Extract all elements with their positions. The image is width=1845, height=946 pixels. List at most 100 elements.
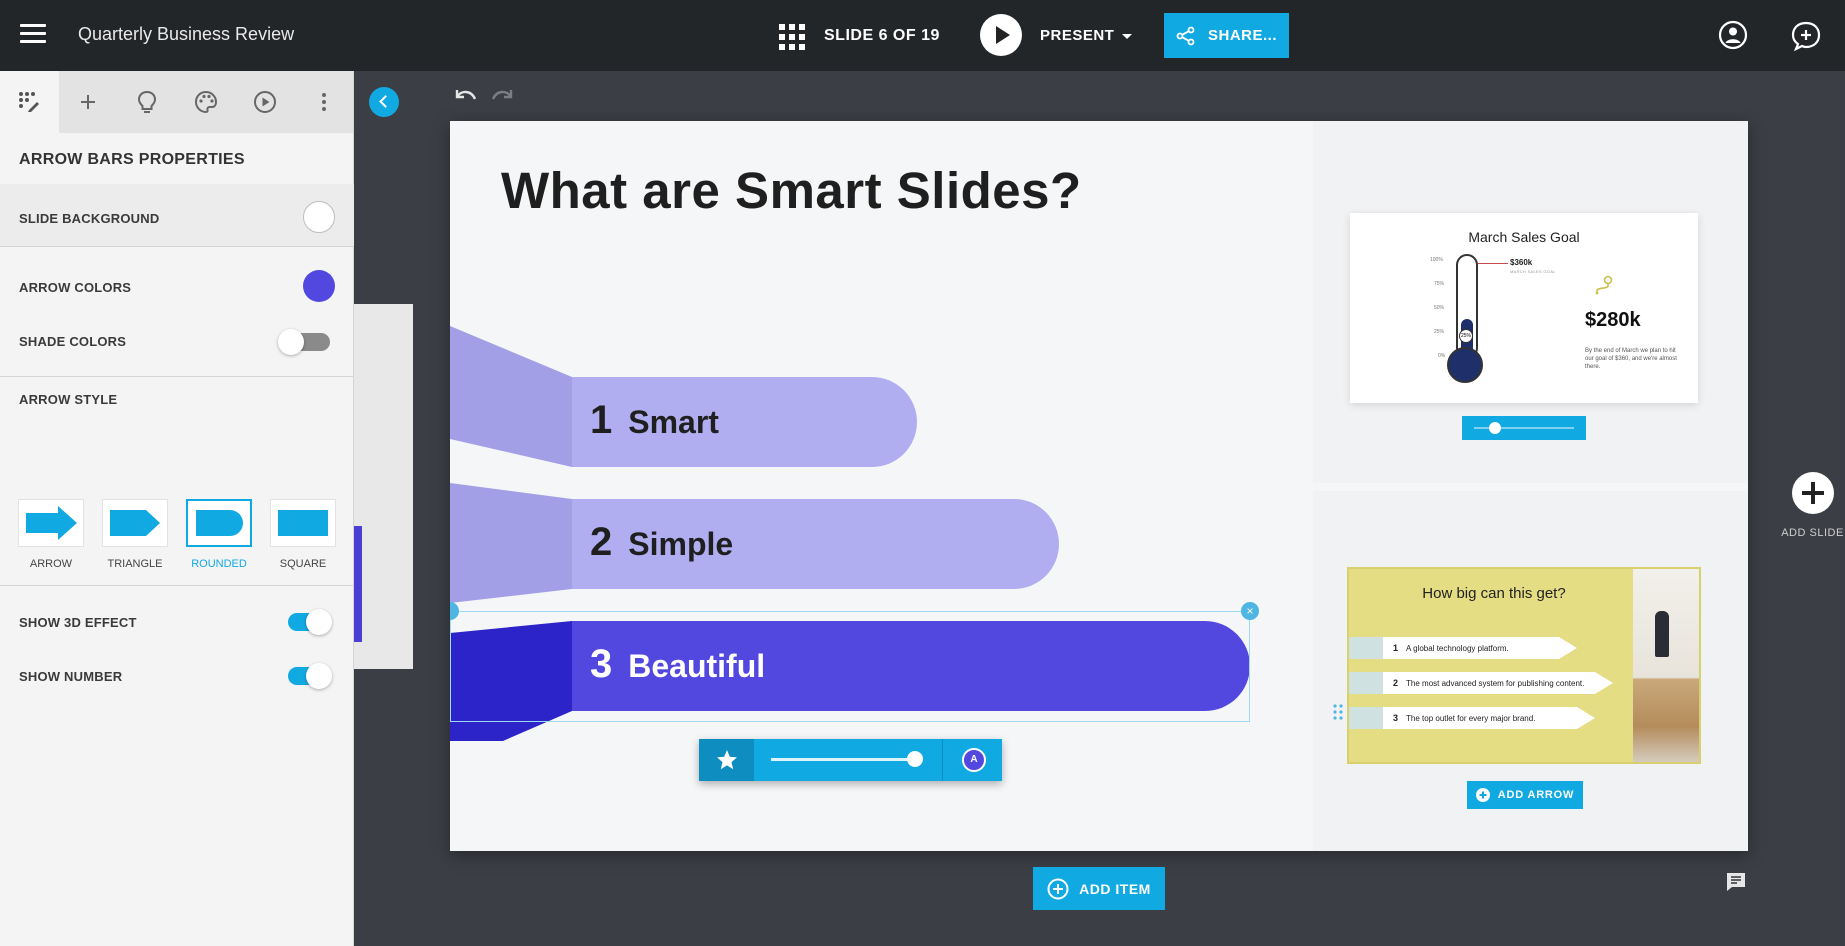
style-label-square: SQUARE [279,558,327,570]
arrow-3-label[interactable]: 3 Beautiful [590,642,765,687]
show-3d-toggle[interactable] [288,609,332,635]
arrow-colors-label: ARROW COLORS [19,280,132,295]
arrow-bars-graphic [450,326,1250,741]
card-title: How big can this get? [1422,585,1566,602]
arrow-number: 3 [1393,713,1399,723]
emphasis-slider[interactable] [771,758,917,761]
arrow-colors-swatch[interactable] [303,270,335,302]
arrow-text: Simple [628,526,734,562]
slide-background-swatch[interactable] [303,201,335,233]
add-slide-label: ADD SLIDE [1781,527,1844,539]
collapse-panel-icon[interactable] [369,87,399,117]
panel-title: ARROW BARS PROPERTIES [19,151,245,168]
divider [0,246,354,247]
slider-knob[interactable] [1489,422,1501,434]
sales-goal-card[interactable]: March Sales Goal 100% 75% 50% 25% 0% 25%… [1350,213,1698,403]
arrow-shape-icon [26,506,77,540]
properties-panel: ARROW BARS PROPERTIES SLIDE BACKGROUND A… [0,71,354,946]
slide-canvas[interactable]: What are Smart Slides? 1 Smart 2 Simple 3B… [450,121,1748,851]
slider-knob[interactable] [907,751,923,767]
tick-label: 0% [1438,353,1446,359]
arrow-text: The most advanced system for publishing … [1406,678,1585,688]
shade-colors-toggle[interactable] [278,329,330,355]
tick-label: 100% [1430,257,1443,263]
toggle-knob [306,663,332,689]
show-number-toggle[interactable] [288,663,332,689]
toolbar-divider [942,739,943,781]
tab-animation[interactable] [235,71,294,133]
arrow-number: 1 [1393,643,1399,653]
add-icon [81,95,96,109]
tick-label: 25% [1434,329,1445,335]
arrow-style-label: ARROW STYLE [19,392,118,407]
example-arrow-1: 1 A global technology platform. [1383,637,1577,659]
arrow-wedge [1349,707,1383,729]
document-title[interactable]: Quarterly Business Review [78,24,294,45]
add-circle-icon [1475,788,1490,802]
arrow-3-wedge [450,621,572,741]
hamburger-menu-icon[interactable] [20,24,46,46]
arrows-example-card[interactable]: How big can this get? 1 A global technolo… [1347,567,1701,764]
toggle-knob [306,609,332,635]
arrow-style-arrow[interactable] [18,499,84,547]
add-item-label: ADD ITEM [1079,880,1151,897]
color-a-button[interactable]: A [962,748,986,772]
tab-add[interactable] [59,71,118,133]
item-toolbar: A [699,739,1002,781]
star-icon [716,750,737,770]
tab-layout[interactable] [0,71,59,133]
style-label-triangle: TRIANGLE [107,558,163,570]
thermometer-bulb [1447,347,1483,383]
add-arrow-label: ADD ARROW [1497,789,1575,801]
previous-slide-preview[interactable] [354,304,413,669]
arrow-2-label[interactable]: 2 Simple [590,520,733,565]
tab-theme[interactable] [176,71,235,133]
caret-down-icon [1122,33,1133,39]
arrow-style-triangle[interactable] [102,499,168,547]
tab-ideas[interactable] [118,71,177,133]
arrow-number: 3 [590,642,613,686]
preview-strip [354,526,362,642]
triangle-shape-icon [110,510,160,536]
card-title: March Sales Goal [1468,229,1580,245]
undo-icon[interactable] [453,86,479,106]
add-arrow-button[interactable]: ADD ARROW [1467,781,1583,809]
card-description: By the end of March we plan to hit our g… [1585,348,1677,370]
user-account-icon[interactable] [1718,20,1748,50]
add-comment-icon[interactable] [1790,20,1822,52]
style-label-rounded: ROUNDED [191,558,247,570]
drag-handle-icon[interactable] [1333,704,1343,720]
speaker-notes-icon[interactable] [1725,872,1747,892]
slide-counter: SLIDE 6 OF 19 [824,27,940,44]
slide-background-label: SLIDE BACKGROUND [19,211,160,226]
rounded-shape-icon [196,510,243,536]
add-slide-icon[interactable] [1792,472,1834,514]
top-bar: Quarterly Business Review SLIDE 6 OF 19 … [0,0,1845,71]
person-figure [1655,611,1669,657]
toggle-knob [278,329,304,355]
shade-colors-label: SHADE COLORS [19,334,127,349]
palette-icon [194,90,217,114]
share-icon [1176,26,1195,45]
arrow-1-wedge [450,326,572,467]
slide-grid-icon[interactable] [779,24,805,50]
star-button[interactable] [699,739,754,781]
arrow-style-rounded[interactable] [186,499,252,547]
arrow-text: Beautiful [628,648,766,684]
arrow-text: Smart [628,404,719,440]
arrow-1-label[interactable]: 1 Smart [590,398,719,443]
remove-item-icon[interactable]: × [1241,602,1259,620]
goal-caption: MARCH SALES GOAL [1510,269,1556,274]
arrow-style-square[interactable] [270,499,336,547]
tab-more[interactable] [294,71,353,133]
present-button[interactable]: PRESENT [1040,27,1133,44]
suggestion-slider[interactable] [1462,416,1586,440]
play-icon[interactable] [980,14,1022,56]
share-button[interactable]: SHARE... [1164,13,1289,58]
redo-icon[interactable] [489,86,515,106]
arrow-number: 2 [590,520,613,564]
square-shape-icon [278,510,328,536]
share-label: SHARE... [1207,27,1277,44]
add-item-button[interactable]: ADD ITEM [1033,867,1165,910]
arrow-wedge [1349,637,1383,659]
